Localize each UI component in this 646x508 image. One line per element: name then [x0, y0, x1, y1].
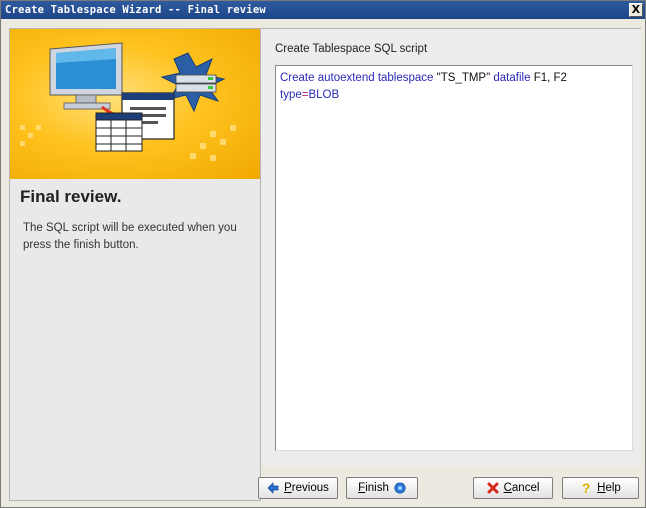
- help-label: Help: [597, 482, 621, 494]
- sql-keyword: Create autoextend tablespace: [280, 72, 434, 84]
- page-title: Final review.: [20, 187, 122, 206]
- monitor-icon: [49, 42, 123, 110]
- cancel-label: Cancel: [503, 482, 540, 494]
- cancel-x-icon: [487, 482, 499, 494]
- script-line-1: Create autoextend tablespace "TS_TMP" da…: [280, 70, 628, 87]
- finish-button[interactable]: Finish: [346, 477, 418, 499]
- table-grid-icon: [95, 112, 143, 152]
- sql-identifier: "TS_TMP": [436, 72, 491, 84]
- window-title: Create Tablespace Wizard -- Final review: [5, 4, 266, 16]
- sql-keyword: datafile: [493, 72, 531, 84]
- sql-value: BLOB: [308, 89, 340, 101]
- script-label: Create Tablespace SQL script: [275, 43, 428, 55]
- sql-script-textarea[interactable]: Create autoextend tablespace "TS_TMP" da…: [275, 65, 633, 451]
- help-button[interactable]: ? Help: [562, 477, 639, 499]
- sql-keyword: type: [280, 89, 302, 101]
- finish-icon: [394, 482, 406, 494]
- wizard-window: Create Tablespace Wizard -- Final review…: [0, 0, 646, 508]
- page-description: The SQL script will be executed when you…: [23, 222, 237, 251]
- info-panel: Final review. The SQL script will be exe…: [9, 28, 261, 501]
- title-bar: Create Tablespace Wizard -- Final review…: [1, 1, 645, 19]
- previous-label: Previous: [284, 482, 329, 494]
- help-question-icon: ?: [581, 480, 591, 496]
- wizard-banner-illustration: [10, 29, 260, 179]
- close-button[interactable]: X: [629, 3, 643, 17]
- cancel-button[interactable]: Cancel: [473, 477, 553, 499]
- database-computer-illustration: [20, 42, 236, 161]
- close-icon: X: [631, 3, 641, 16]
- previous-button[interactable]: Previous: [258, 477, 338, 499]
- sql-identifier: F1, F2: [533, 72, 567, 84]
- script-panel: Create Tablespace SQL script Create auto…: [261, 28, 641, 466]
- script-line-2: type=BLOB: [280, 87, 628, 104]
- finish-label: Finish: [358, 482, 389, 494]
- left-arrow-icon: [267, 482, 279, 494]
